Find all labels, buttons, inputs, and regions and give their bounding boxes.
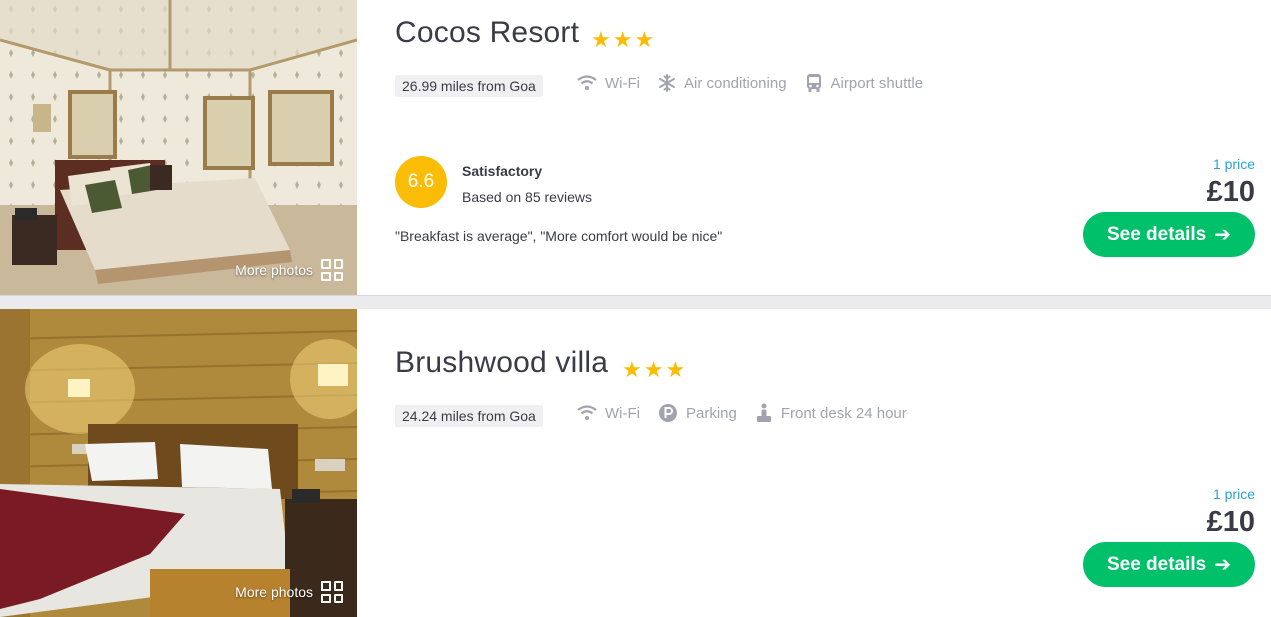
amenity-wifi: Wi-Fi: [577, 405, 640, 422]
star-rating: ★ ★ ★: [591, 29, 654, 51]
amenity-label: Wi-Fi: [605, 404, 640, 422]
price-count-link[interactable]: 1 price: [1213, 156, 1255, 172]
star-icon: ★: [634, 27, 655, 52]
wifi-icon: [577, 405, 597, 420]
arrow-right-icon: ➔: [1214, 223, 1232, 246]
see-details-button[interactable]: See details ➔: [1083, 542, 1255, 587]
amenity-label: Airport shuttle: [830, 74, 924, 92]
amenities-list: Wi-Fi Air conditioning Airport shuttle: [577, 73, 923, 93]
more-photos-label: More photos: [235, 262, 313, 278]
amenities-list: Wi-Fi Parking Front desk 24 hour: [577, 403, 907, 423]
gallery-grid-icon: [321, 581, 343, 603]
see-details-button[interactable]: See details ➔: [1083, 212, 1255, 257]
amenity-front-desk: Front desk 24 hour: [755, 403, 907, 423]
rating-word: Satisfactory: [462, 163, 543, 179]
star-icon: ★: [622, 357, 642, 382]
snowflake-icon: [658, 74, 675, 92]
hotel-photo[interactable]: More photos: [0, 0, 357, 295]
front-desk-icon: [756, 403, 771, 422]
star-icon: ★: [665, 357, 686, 382]
wood-room-image: [0, 309, 357, 617]
price: £10: [1206, 506, 1255, 538]
amenity-parking: Parking: [658, 403, 737, 423]
more-photos-link[interactable]: More photos: [235, 581, 343, 603]
card-separator: [0, 295, 1271, 309]
rating-score-badge: 6.6: [395, 156, 447, 208]
star-icon: ★: [591, 27, 611, 52]
amenity-label: Parking: [685, 404, 737, 422]
wifi-icon: [577, 75, 597, 90]
review-count[interactable]: Based on 85 reviews: [462, 189, 592, 205]
parking-icon: [658, 404, 677, 422]
tent-room-image: [0, 0, 357, 295]
more-photos-link[interactable]: More photos: [235, 259, 343, 281]
hotel-name[interactable]: Brushwood villa: [395, 346, 608, 380]
bus-icon: [806, 74, 821, 92]
review-snippet: "Breakfast is average", "More comfort wo…: [395, 228, 723, 244]
amenity-airport-shuttle: Airport shuttle: [805, 73, 924, 93]
gallery-grid-icon: [321, 259, 343, 281]
amenity-label: Front desk 24 hour: [780, 404, 907, 422]
hotel-card: More photos Brushwood villa ★ ★ ★ 24.24 …: [0, 309, 1271, 617]
star-icon: ★: [612, 27, 633, 52]
hotel-card: More photos Cocos Resort ★ ★ ★ 26.99 mil…: [0, 0, 1271, 295]
amenity-wifi: Wi-Fi: [577, 75, 640, 92]
distance-badge: 24.24 miles from Goa: [395, 405, 543, 427]
more-photos-label: More photos: [235, 584, 313, 600]
amenity-air-conditioning: Air conditioning: [658, 74, 787, 92]
star-rating: ★ ★ ★: [622, 359, 685, 381]
see-details-label: See details: [1106, 223, 1207, 245]
see-details-label: See details: [1106, 553, 1207, 575]
amenity-label: Air conditioning: [683, 74, 787, 92]
price: £10: [1206, 176, 1255, 208]
amenity-label: Wi-Fi: [605, 74, 640, 92]
price-count-link[interactable]: 1 price: [1213, 486, 1255, 502]
hotel-name[interactable]: Cocos Resort: [395, 16, 579, 50]
hotel-photo[interactable]: More photos: [0, 309, 357, 617]
star-icon: ★: [643, 357, 664, 382]
distance-badge: 26.99 miles from Goa: [395, 75, 543, 97]
arrow-right-icon: ➔: [1214, 553, 1232, 576]
